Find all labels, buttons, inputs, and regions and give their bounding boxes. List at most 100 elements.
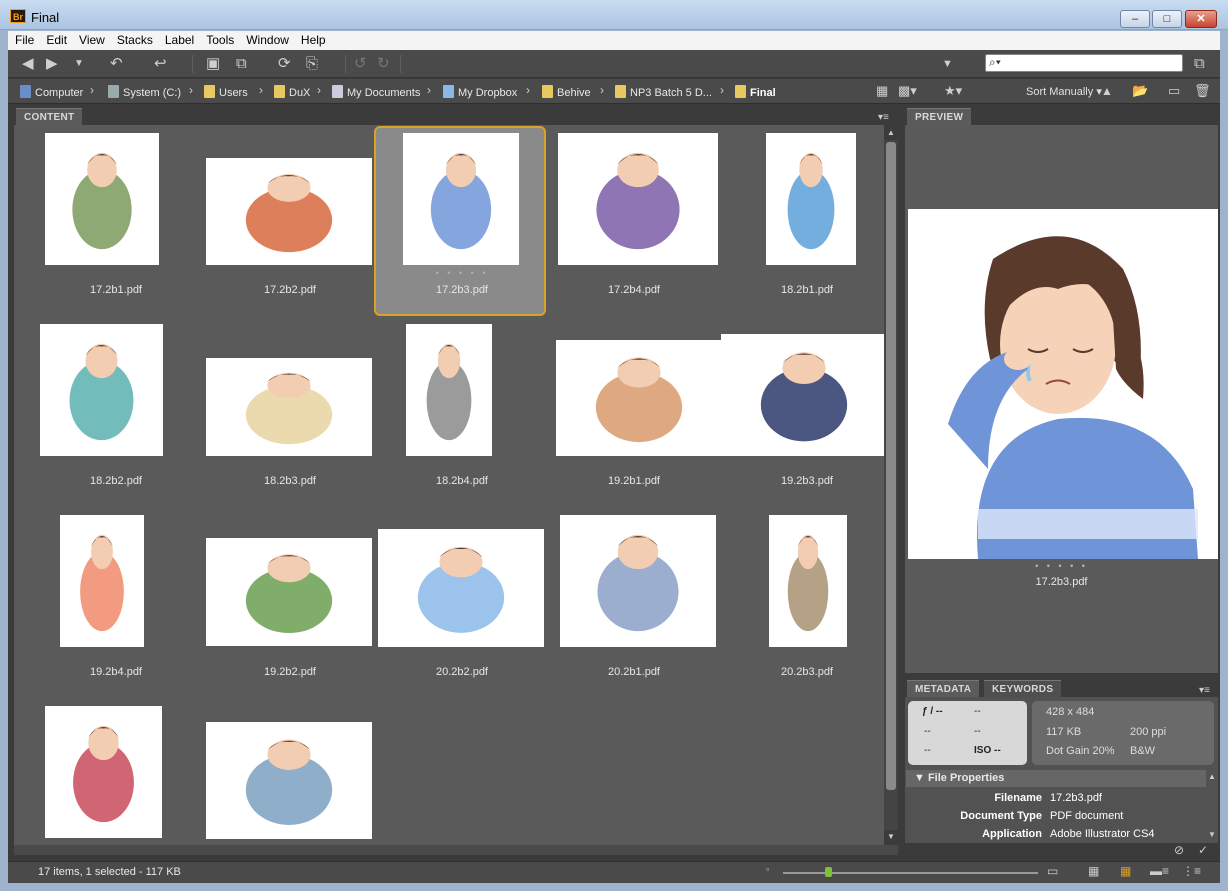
- menu-view[interactable]: View: [72, 31, 110, 47]
- chevron-right-icon[interactable]: ›: [427, 83, 431, 97]
- thumbnail-item[interactable]: 18.2b4.pdf: [376, 319, 548, 509]
- rating-dots[interactable]: • • • • •: [376, 268, 548, 278]
- maximize-button[interactable]: □: [1152, 10, 1182, 28]
- compact-mode-icon[interactable]: ⧉: [1194, 55, 1205, 73]
- chevron-right-icon[interactable]: ›: [189, 83, 193, 97]
- grid-view-icon[interactable]: ▦: [876, 82, 888, 100]
- tab-keywords[interactable]: KEYWORDS: [984, 680, 1062, 698]
- thumbnail-image[interactable]: [40, 324, 163, 456]
- minimize-button[interactable]: –: [1120, 10, 1150, 28]
- quality-options-icon[interactable]: ▩▾: [898, 82, 917, 100]
- close-button[interactable]: ✕: [1185, 10, 1217, 28]
- scrollbar-thumb[interactable]: [886, 142, 896, 790]
- menu-tools[interactable]: Tools: [199, 31, 239, 47]
- large-thumb-icon[interactable]: ▭: [1047, 864, 1058, 878]
- rotate-left-icon[interactable]: ↺: [354, 55, 367, 73]
- small-thumb-icon[interactable]: ▫: [766, 864, 769, 874]
- thumbnail-item[interactable]: 19.2b4.pdf: [30, 510, 202, 700]
- thumbnail-image[interactable]: [721, 334, 884, 456]
- back-arrow-icon[interactable]: ◀: [22, 55, 34, 73]
- chevron-right-icon[interactable]: ›: [90, 83, 94, 97]
- chevron-right-icon[interactable]: ›: [526, 83, 530, 97]
- metadata-scroll-down-icon[interactable]: ▼: [1205, 828, 1219, 842]
- file-properties-header[interactable]: ▼ File Properties: [906, 770, 1206, 787]
- new-folder-icon[interactable]: ▭: [1168, 82, 1180, 100]
- forward-arrow-icon[interactable]: ▶: [46, 55, 58, 73]
- thumbnail-item[interactable]: 17.2b2.pdf: [204, 128, 376, 318]
- breadcrumb-behive[interactable]: Behive: [542, 85, 591, 99]
- filter-star-icon[interactable]: ★▾: [944, 82, 962, 100]
- open-recent-folder-icon[interactable]: 📂: [1132, 82, 1148, 100]
- history-dropdown-icon[interactable]: ▼: [74, 55, 84, 73]
- go-up-icon[interactable]: ↶: [110, 55, 123, 73]
- sort-ascending-icon[interactable]: ▲: [1101, 82, 1113, 100]
- view-details-icon[interactable]: ▬≡: [1150, 864, 1169, 878]
- chevron-right-icon[interactable]: ›: [259, 83, 263, 97]
- camera-import-icon[interactable]: ▣: [206, 55, 220, 73]
- tab-metadata[interactable]: METADATA: [907, 680, 980, 698]
- thumbnail-item[interactable]: 18.2b3.pdf: [204, 319, 376, 509]
- thumbnail-size-slider[interactable]: [783, 872, 1038, 874]
- thumbnail-image[interactable]: [60, 515, 144, 647]
- thumbnail-image[interactable]: [403, 133, 519, 265]
- thumbnail-item[interactable]: 17.2b1.pdf: [30, 128, 202, 318]
- thumbnail-item[interactable]: 18.2b1.pdf: [721, 128, 884, 318]
- thumbnail-image[interactable]: [558, 133, 718, 265]
- menu-label[interactable]: Label: [158, 31, 199, 47]
- thumbnail-image[interactable]: [766, 133, 856, 265]
- tab-preview[interactable]: PREVIEW: [907, 108, 972, 126]
- menu-edit[interactable]: Edit: [39, 31, 72, 47]
- thumbnail-image[interactable]: [406, 324, 492, 456]
- thumbnail-image[interactable]: [206, 722, 372, 839]
- breadcrumb-np3-batch[interactable]: NP3 Batch 5 D...: [615, 85, 712, 99]
- thumbnail-item[interactable]: 18.2b2.pdf: [30, 319, 202, 509]
- chevron-right-icon[interactable]: ›: [720, 83, 724, 97]
- thumbnail-image[interactable]: [560, 515, 716, 647]
- breadcrumb-my-dropbox[interactable]: My Dropbox: [443, 85, 517, 99]
- thumbnail-item[interactable]: 20.2b2.pdf: [376, 510, 548, 700]
- workspace-dropdown-icon[interactable]: ▼: [942, 55, 953, 73]
- thumbnail-image[interactable]: [206, 538, 372, 646]
- thumbnail-item[interactable]: [30, 701, 202, 845]
- lock-grid-icon[interactable]: ▦: [1088, 864, 1099, 878]
- thumbnail-image[interactable]: [769, 515, 847, 647]
- breadcrumb-final[interactable]: Final: [735, 85, 776, 99]
- boomerang-icon[interactable]: ↩: [154, 55, 167, 73]
- thumbnail-item[interactable]: 19.2b2.pdf: [204, 510, 376, 700]
- thumbnail-item[interactable]: 20.2b1.pdf: [548, 510, 720, 700]
- thumbnail-item[interactable]: 19.2b3.pdf: [721, 319, 884, 509]
- apply-checkmark-icon[interactable]: ✓: [1198, 843, 1208, 857]
- trash-icon[interactable]: 🗑: [1194, 82, 1211, 100]
- menu-file[interactable]: File: [8, 31, 39, 47]
- view-thumbnails-icon[interactable]: ▦: [1120, 864, 1131, 878]
- thumbnail-image[interactable]: [45, 133, 159, 265]
- thumbnail-image[interactable]: [45, 706, 162, 838]
- thumbnail-image[interactable]: [556, 340, 722, 456]
- breadcrumb-my-documents[interactable]: My Documents: [332, 85, 420, 99]
- breadcrumb-system-c[interactable]: System (C:): [108, 85, 181, 99]
- menu-stacks[interactable]: Stacks: [110, 31, 158, 47]
- thumbnail-item[interactable]: [204, 701, 376, 845]
- thumbnail-image[interactable]: [206, 358, 372, 456]
- rotate-right-icon[interactable]: ↻: [377, 55, 390, 73]
- output-icon[interactable]: ⎘: [306, 55, 318, 73]
- preview-rating-dots[interactable]: • • • • •: [905, 561, 1218, 571]
- scroll-down-arrow-icon[interactable]: ▼: [884, 830, 898, 844]
- sort-dropdown[interactable]: Sort Manually ▾: [1026, 85, 1102, 98]
- slider-handle[interactable]: [825, 867, 832, 877]
- cancel-icon[interactable]: ⊘: [1174, 843, 1184, 857]
- chevron-right-icon[interactable]: ›: [317, 83, 321, 97]
- chevron-right-icon[interactable]: ›: [600, 83, 604, 97]
- refine-icon[interactable]: ⧉: [236, 55, 247, 73]
- breadcrumb-computer[interactable]: Computer: [20, 85, 83, 99]
- menu-window[interactable]: Window: [239, 31, 294, 47]
- metadata-scroll-up-icon[interactable]: ▲: [1205, 770, 1219, 784]
- thumbnail-image[interactable]: [378, 529, 544, 647]
- scroll-up-arrow-icon[interactable]: ▲: [884, 126, 898, 140]
- thumbnail-item[interactable]: 20.2b3.pdf: [721, 510, 884, 700]
- thumbnail-item[interactable]: 19.2b1.pdf: [548, 319, 722, 509]
- search-input[interactable]: ⌕▾: [985, 54, 1183, 72]
- rotate-icon[interactable]: ⟳: [278, 55, 291, 73]
- view-list-icon[interactable]: ⋮≡: [1182, 864, 1201, 878]
- thumbnail-image[interactable]: [206, 158, 372, 265]
